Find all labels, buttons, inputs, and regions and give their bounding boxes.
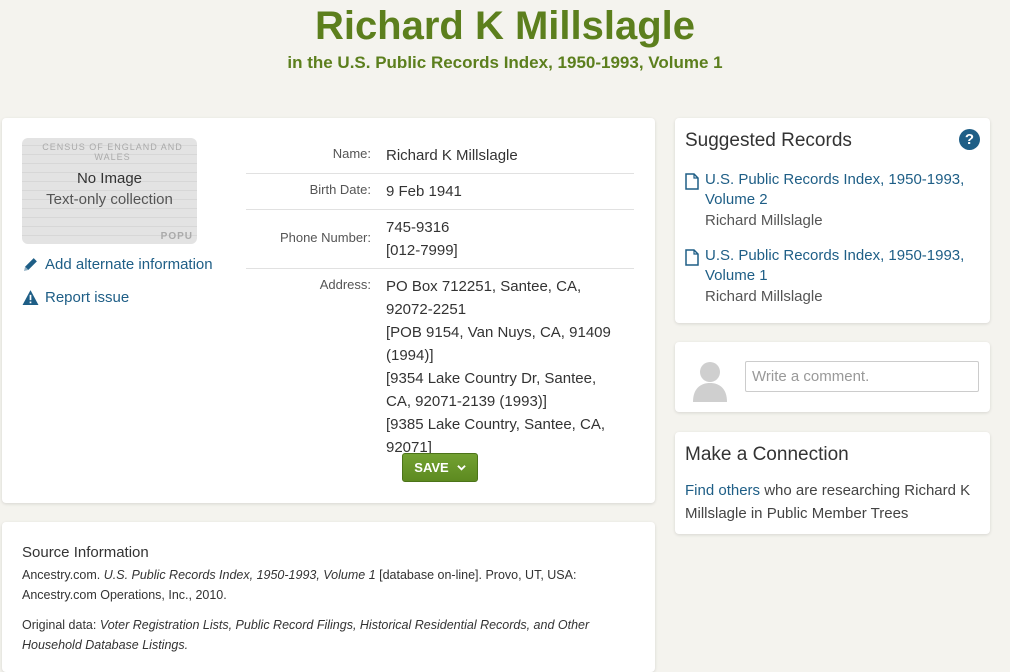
fact-row-birth: Birth Date: 9 Feb 1941 <box>246 174 634 210</box>
make-connection-title: Make a Connection <box>685 444 849 465</box>
report-issue-link[interactable]: Report issue <box>22 289 129 306</box>
comment-input[interactable] <box>745 361 979 392</box>
chevron-down-icon <box>456 465 466 471</box>
suggested-record-person: Richard Millslagle <box>705 212 823 229</box>
fact-row-address: Address: PO Box 712251, Santee, CA, 9207… <box>246 269 634 465</box>
add-alternate-info-label: Add alternate information <box>45 256 213 273</box>
page-header: Richard K Millslagle in the U.S. Public … <box>0 0 1010 73</box>
address-line: (1994)] <box>386 347 434 364</box>
source-citation: Ancestry.com. U.S. Public Records Index,… <box>22 565 622 585</box>
address-line: [POB 9154, Van Nuys, CA, 91409 <box>386 324 611 341</box>
suggested-record-link[interactable]: U.S. Public Records Index, 1950-1993, <box>705 170 964 190</box>
suggested-record-person: Richard Millslagle <box>705 288 823 305</box>
suggested-record-item[interactable]: U.S. Public Records Index, 1950-1993, Vo… <box>685 170 975 231</box>
original-data-title-2: Household Database Listings. <box>22 638 189 652</box>
page-subtitle: in the U.S. Public Records Index, 1950-1… <box>287 53 723 72</box>
source-information-card: Source Information Ancestry.com. U.S. Pu… <box>2 522 655 672</box>
original-data-line-2: Household Database Listings. <box>22 635 622 655</box>
phone-value: 745-9316 [012-7999] <box>386 216 634 262</box>
no-image-label: No Image <box>76 170 143 187</box>
make-connection-card: Make a Connection Find others who are re… <box>675 432 990 534</box>
citation-prefix: Ancestry.com. <box>22 568 104 582</box>
text-only-label: Text-only collection <box>46 191 173 208</box>
thumbnail-doc-text-2: POPU <box>160 231 193 242</box>
connection-text-1: who are researching Richard K <box>760 482 971 499</box>
birth-date-value: 9 Feb 1941 <box>386 183 462 200</box>
address-label: Address: <box>319 277 371 292</box>
address-line: 92072-2251 <box>386 301 467 318</box>
record-card: CENSUS OF ENGLAND AND WALES No Image Tex… <box>2 118 655 503</box>
document-icon <box>685 249 699 266</box>
address-line: [9354 Lake Country Dr, Santee, <box>386 370 597 387</box>
warning-icon <box>22 290 39 305</box>
name-value: Richard K Millslagle <box>386 147 518 164</box>
original-data-title: Voter Registration Lists, Public Record … <box>99 618 590 632</box>
connection-text-2: Millslagle in Public Member Trees <box>685 505 909 522</box>
original-data-prefix: Original data: <box>22 618 100 632</box>
suggested-record-link-line-2[interactable]: Volume 2 <box>705 190 964 210</box>
save-button-label: SAVE <box>414 460 449 475</box>
address-line: CA, 92071-2139 (1993)] <box>386 393 547 410</box>
save-button[interactable]: SAVE <box>402 453 478 482</box>
address-line: [9385 Lake Country, Santee, CA, <box>386 416 606 433</box>
phone-label: Phone Number: <box>279 230 371 245</box>
report-issue-label: Report issue <box>45 289 130 306</box>
original-data: Original data: Voter Registration Lists,… <box>22 615 622 635</box>
pencil-icon <box>24 258 37 271</box>
suggested-records-card: Suggested Records ? U.S. Public Records … <box>675 118 990 323</box>
name-label: Name: <box>332 146 371 161</box>
page-title: Richard K Millslagle <box>314 4 696 48</box>
add-alternate-info-link[interactable]: Add alternate information <box>22 256 213 273</box>
source-citation-line-2: Ancestry.com Operations, Inc., 2010. <box>22 588 227 602</box>
fact-row-name: Name: Richard K Millslagle <box>246 138 634 174</box>
source-heading: Source Information <box>22 544 149 561</box>
avatar-placeholder-icon <box>693 362 727 402</box>
suggested-record-link-line-2[interactable]: Volume 1 <box>705 266 964 286</box>
record-facts: Name: Richard K Millslagle Birth Date: 9… <box>246 138 634 465</box>
suggested-records-title: Suggested Records <box>685 130 852 151</box>
comment-card <box>675 342 990 412</box>
fact-row-phone: Phone Number: 745-9316 [012-7999] <box>246 210 634 269</box>
address-value: PO Box 712251, Santee, CA, 92072-2251 [P… <box>386 275 634 459</box>
record-thumbnail[interactable]: CENSUS OF ENGLAND AND WALES No Image Tex… <box>22 138 197 244</box>
phone-line: 745-9316 <box>386 219 450 236</box>
document-icon <box>685 173 699 190</box>
thumbnail-doc-text: CENSUS OF ENGLAND AND WALES <box>42 142 183 162</box>
phone-line: [012-7999] <box>386 242 458 259</box>
help-icon[interactable]: ? <box>959 129 980 150</box>
birth-date-label: Birth Date: <box>309 182 371 197</box>
citation-suffix: [database on-line]. Provo, UT, USA: <box>375 568 577 582</box>
suggested-record-item[interactable]: U.S. Public Records Index, 1950-1993, Vo… <box>685 246 975 307</box>
suggested-record-link[interactable]: U.S. Public Records Index, 1950-1993, <box>705 246 964 266</box>
find-others-link[interactable]: Find others <box>685 482 760 499</box>
address-line: PO Box 712251, Santee, CA, <box>386 278 582 295</box>
citation-title: U.S. Public Records Index, 1950-1993, Vo… <box>103 568 376 582</box>
make-connection-text: Find others who are researching Richard … <box>685 479 980 525</box>
